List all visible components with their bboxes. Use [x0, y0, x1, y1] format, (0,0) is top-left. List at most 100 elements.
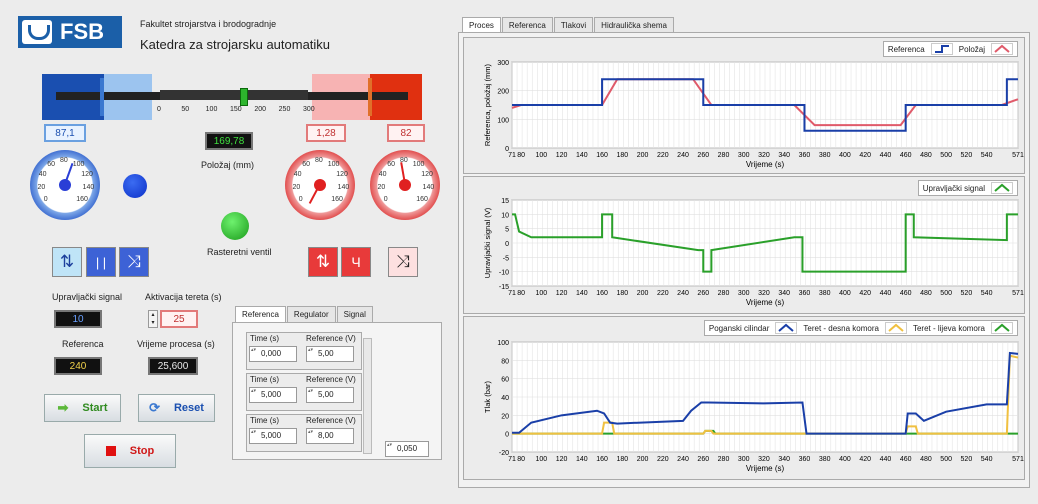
x-tick-label: 260: [697, 456, 709, 463]
x-tick-label: 120: [556, 290, 568, 297]
x-tick-label: 360: [799, 290, 811, 297]
y-tick-label: 10: [501, 212, 509, 219]
x-tick-label: 320: [758, 456, 770, 463]
x-tick-label: 420: [859, 152, 871, 159]
x-tick-label: 500: [940, 290, 952, 297]
y-tick-label: 5: [505, 227, 509, 234]
y-tick-label: 100: [497, 117, 509, 124]
x-tick-label: 100: [536, 152, 548, 159]
x-tick-label: 340: [778, 456, 790, 463]
x-tick-label: 540: [981, 456, 993, 463]
x-tick-label: 280: [718, 290, 730, 297]
x-tick-label: 140: [576, 456, 588, 463]
x-tick-label: 360: [799, 152, 811, 159]
x-tick-label: 480: [920, 456, 932, 463]
x-tick-label: 160: [596, 152, 608, 159]
x-tick-label: 260: [697, 152, 709, 159]
x-tick-label: 120: [556, 456, 568, 463]
y-tick-label: 80: [501, 358, 509, 365]
x-tick-label: 420: [859, 456, 871, 463]
x-tick-label: 100: [536, 456, 548, 463]
x-tick-label: 340: [778, 152, 790, 159]
x-tick-label: 320: [758, 290, 770, 297]
y-axis-label: Tlak (bar): [483, 380, 492, 413]
x-tick-label: 460: [900, 152, 912, 159]
y-tick-label: 20: [501, 413, 509, 420]
x-tick-label: 400: [839, 456, 851, 463]
x-tick-label: 520: [961, 456, 973, 463]
x-tick-label: 280: [718, 152, 730, 159]
x-axis-label: Vrijeme (s): [746, 464, 785, 473]
x-tick-label: 80: [517, 456, 525, 463]
x-tick-label: 71: [508, 152, 516, 159]
x-tick-label: 460: [900, 456, 912, 463]
x-axis-label: Vrijeme (s): [746, 298, 785, 307]
x-tick-label: 300: [738, 290, 750, 297]
x-tick-label: 180: [616, 152, 628, 159]
x-tick-label: 200: [637, 290, 649, 297]
y-tick-label: 0: [505, 241, 509, 248]
x-tick-label: 220: [657, 152, 669, 159]
x-tick-label: 420: [859, 290, 871, 297]
x-tick-label: 400: [839, 290, 851, 297]
x-tick-label: 540: [981, 290, 993, 297]
x-tick-label: 571: [1012, 152, 1024, 159]
y-tick-label: 0: [505, 432, 509, 439]
x-tick-label: 300: [738, 456, 750, 463]
x-tick-label: 380: [819, 290, 831, 297]
y-tick-label: -5: [503, 255, 509, 262]
x-tick-label: 520: [961, 290, 973, 297]
x-tick-label: 440: [880, 290, 892, 297]
x-tick-label: 320: [758, 152, 770, 159]
x-tick-label: 80: [517, 152, 525, 159]
x-axis-label: Vrijeme (s): [746, 160, 785, 169]
y-tick-label: 300: [497, 60, 509, 67]
x-tick-label: 440: [880, 152, 892, 159]
x-tick-label: 480: [920, 290, 932, 297]
x-tick-label: 440: [880, 456, 892, 463]
x-tick-label: 480: [920, 152, 932, 159]
x-tick-label: 400: [839, 152, 851, 159]
y-tick-label: -10: [499, 270, 509, 277]
y-tick-label: 60: [501, 377, 509, 384]
y-tick-label: 200: [497, 89, 509, 96]
x-tick-label: 180: [616, 456, 628, 463]
x-tick-label: 180: [616, 290, 628, 297]
x-tick-label: 220: [657, 290, 669, 297]
x-tick-label: 160: [596, 290, 608, 297]
y-tick-label: 100: [497, 340, 509, 347]
x-tick-label: 500: [940, 152, 952, 159]
x-tick-label: 240: [677, 456, 689, 463]
x-tick-label: 120: [556, 152, 568, 159]
x-tick-label: 71: [508, 290, 516, 297]
x-tick-label: 140: [576, 290, 588, 297]
y-tick-label: 15: [501, 198, 509, 205]
x-tick-label: 300: [738, 152, 750, 159]
x-tick-label: 200: [637, 152, 649, 159]
x-tick-label: 260: [697, 290, 709, 297]
x-tick-label: 200: [637, 456, 649, 463]
x-tick-label: 340: [778, 290, 790, 297]
x-tick-label: 360: [799, 456, 811, 463]
y-axis-label: Upravljački signal (V): [483, 207, 492, 278]
x-tick-label: 240: [677, 290, 689, 297]
x-tick-label: 571: [1012, 456, 1024, 463]
x-tick-label: 520: [961, 152, 973, 159]
x-tick-label: 500: [940, 456, 952, 463]
x-tick-label: 380: [819, 456, 831, 463]
x-tick-label: 571: [1012, 290, 1024, 297]
y-tick-label: 40: [501, 395, 509, 402]
x-tick-label: 280: [718, 456, 730, 463]
x-tick-label: 220: [657, 456, 669, 463]
x-tick-label: 80: [517, 290, 525, 297]
charts-canvas: 010020030071 80 100 120 140 160 180 200 220 240 26…: [483, 60, 1024, 473]
x-tick-label: 460: [900, 290, 912, 297]
x-tick-label: 380: [819, 152, 831, 159]
y-axis-label: Referenca, položaj (mm): [483, 63, 492, 146]
x-tick-label: 100: [536, 290, 548, 297]
x-tick-label: 240: [677, 152, 689, 159]
x-tick-label: 71: [508, 456, 516, 463]
x-tick-label: 540: [981, 152, 993, 159]
x-tick-label: 160: [596, 456, 608, 463]
x-tick-label: 140: [576, 152, 588, 159]
